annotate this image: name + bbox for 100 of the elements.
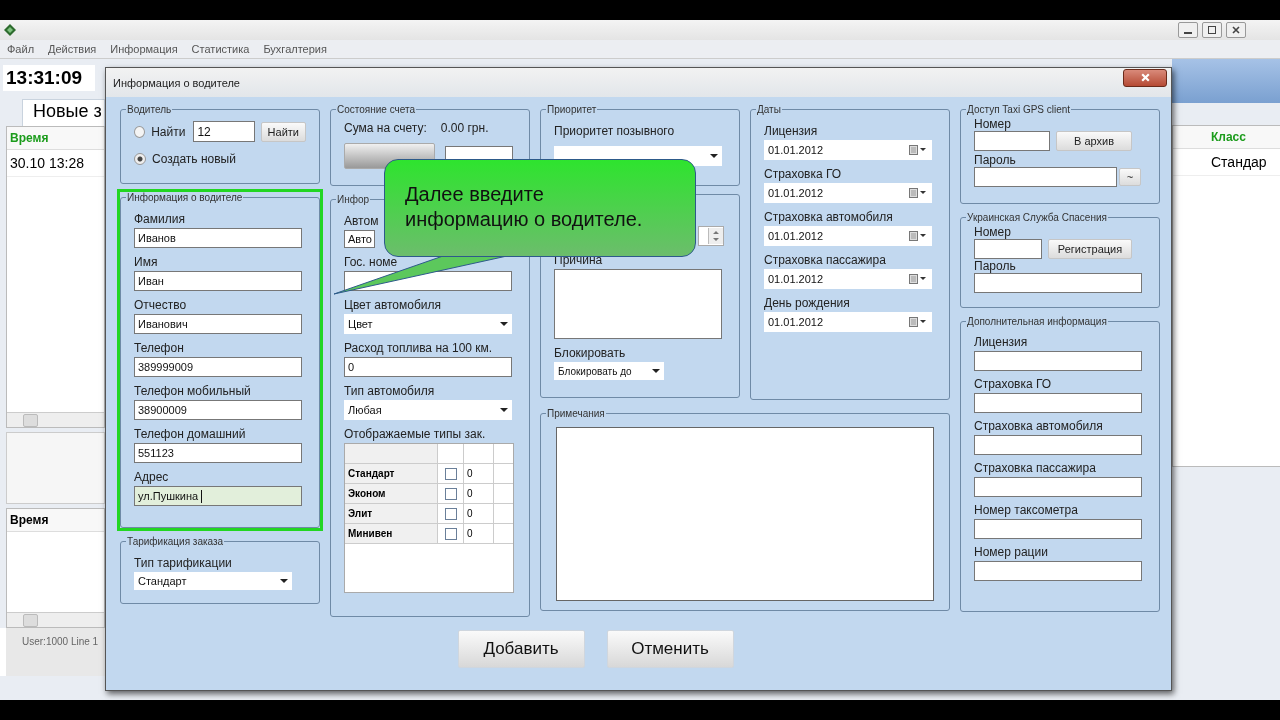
text-field[interactable] <box>974 239 1042 259</box>
field-label: Автом <box>344 214 379 228</box>
text-field[interactable]: Иванов <box>134 228 302 248</box>
field-label: Лицензия <box>974 335 1028 349</box>
caret-icon <box>652 369 660 373</box>
group-title: Состояние счета <box>336 104 417 115</box>
field-label: Телефон мобильный <box>134 384 251 398</box>
archive-button[interactable]: В архив <box>1056 131 1132 151</box>
balance-label: Сума на счету: <box>344 121 427 135</box>
menu-item[interactable]: Информация <box>110 43 178 55</box>
menu-item[interactable]: Бухгалтерия <box>263 43 327 55</box>
field-label: Номер таксометра <box>974 503 1078 517</box>
search-field[interactable]: 12 <box>193 121 255 142</box>
find-button[interactable]: Найти <box>260 121 306 142</box>
date-picker[interactable]: 01.01.2012 <box>764 269 932 289</box>
field-label: Страховка пассажира <box>764 253 886 267</box>
dropdown[interactable]: Цвет <box>344 314 512 334</box>
checkbox[interactable] <box>444 487 457 500</box>
menu-item[interactable]: Действия <box>48 43 97 55</box>
text-field[interactable]: 551123 <box>134 443 302 463</box>
field-label: Адрес <box>134 470 169 484</box>
calendar-icon <box>909 231 927 241</box>
radio-button[interactable] <box>134 125 146 138</box>
date-picker[interactable]: 01.01.2012 <box>764 226 932 246</box>
close-icon <box>1139 72 1151 83</box>
field-label: Страховка ГО <box>764 167 842 181</box>
dropdown[interactable]: Стандарт <box>134 572 292 590</box>
table-cell: Стандарт <box>345 464 438 483</box>
close-button[interactable] <box>1226 22 1246 38</box>
field-label: Отображаемые типы зак. <box>344 427 486 441</box>
app-icon <box>4 24 16 36</box>
menu-item[interactable]: Статистика <box>191 43 250 55</box>
password-field[interactable] <box>974 273 1142 293</box>
date-picker[interactable]: 01.01.2012 <box>764 140 932 160</box>
group-title: Дополнительная информация <box>966 316 1108 327</box>
table-cell: Стандар <box>1173 149 1280 176</box>
text-field[interactable]: 0 <box>344 357 512 377</box>
field-label: Пароль <box>974 153 1017 167</box>
status-text: User:1000 Line 1 <box>0 628 105 676</box>
field-label: Гос. номе <box>344 255 398 269</box>
text-field[interactable] <box>974 351 1142 371</box>
dialog-button[interactable]: Отменить <box>606 630 734 668</box>
field-label: Страховка автомобиля <box>974 419 1103 433</box>
spin-field[interactable] <box>698 226 724 246</box>
checkbox[interactable] <box>444 527 457 540</box>
date-picker[interactable]: 01.01.2012 <box>764 312 932 332</box>
date-picker[interactable]: 01.01.2012 <box>764 183 932 203</box>
text-field[interactable]: 38900009 <box>134 400 302 420</box>
scrollbar[interactable] <box>7 412 104 427</box>
group-title: Приоритет <box>546 104 598 115</box>
field-label: Имя <box>134 255 158 269</box>
field-label: Телефон <box>134 341 184 355</box>
more-button[interactable]: ~ <box>1119 168 1141 186</box>
field-label: Пароль <box>974 259 1017 273</box>
column-header: Время <box>7 509 104 532</box>
text-field[interactable] <box>974 393 1142 413</box>
field-label: Тип автомобиля <box>344 384 435 398</box>
radio-button[interactable] <box>134 153 146 165</box>
scroll-thumb[interactable] <box>23 613 38 627</box>
group-title: Даты <box>756 104 782 115</box>
group-title: Информация о водителе <box>126 192 244 203</box>
group-title: Инфор <box>336 194 371 205</box>
text-field[interactable]: 389999009 <box>134 357 302 377</box>
password-field[interactable] <box>974 167 1117 187</box>
dialog-button[interactable]: Добавить <box>457 630 585 668</box>
text-field[interactable]: Авто <box>344 230 375 248</box>
menu-item[interactable]: Файл <box>7 43 35 55</box>
text-field[interactable] <box>974 561 1142 581</box>
close-icon <box>1231 25 1241 35</box>
minimize-icon <box>1184 32 1192 34</box>
minimize-button[interactable] <box>1178 22 1198 38</box>
field-label: Страховка ГО <box>974 377 1052 391</box>
orders-tab[interactable]: Новые з <box>22 99 105 126</box>
close-button[interactable] <box>1123 68 1167 87</box>
maximize-button[interactable] <box>1202 22 1222 38</box>
scrollbar[interactable] <box>7 612 104 627</box>
text-field[interactable] <box>974 477 1142 497</box>
dropdown[interactable]: Любая <box>344 400 512 420</box>
reason-field[interactable] <box>554 269 722 339</box>
register-button[interactable]: Регистрация <box>1048 239 1132 259</box>
checkbox[interactable] <box>444 507 457 520</box>
text-field[interactable] <box>974 435 1142 455</box>
dialog-title: Информация о водителе <box>113 76 240 89</box>
notes-field[interactable] <box>556 427 934 601</box>
group-title: Водитель <box>126 104 173 115</box>
checkbox[interactable] <box>444 467 457 480</box>
scroll-thumb[interactable] <box>23 413 38 427</box>
caret-icon <box>280 579 288 583</box>
text-field[interactable]: Иван <box>134 271 302 291</box>
field-label: Блокировать <box>554 346 626 360</box>
text-field[interactable]: ул.Пушкина <box>134 486 302 506</box>
field-label: Тип тарификации <box>134 556 232 570</box>
text-field[interactable] <box>974 131 1050 151</box>
text-field[interactable]: Иванович <box>134 314 302 334</box>
calendar-icon <box>909 145 927 155</box>
field-label: Страховка пассажира <box>974 461 1096 475</box>
field-label: Лицензия <box>764 124 818 138</box>
text-field[interactable] <box>974 519 1142 539</box>
caret-icon <box>710 154 718 158</box>
dropdown[interactable]: Блокировать до <box>554 362 664 380</box>
